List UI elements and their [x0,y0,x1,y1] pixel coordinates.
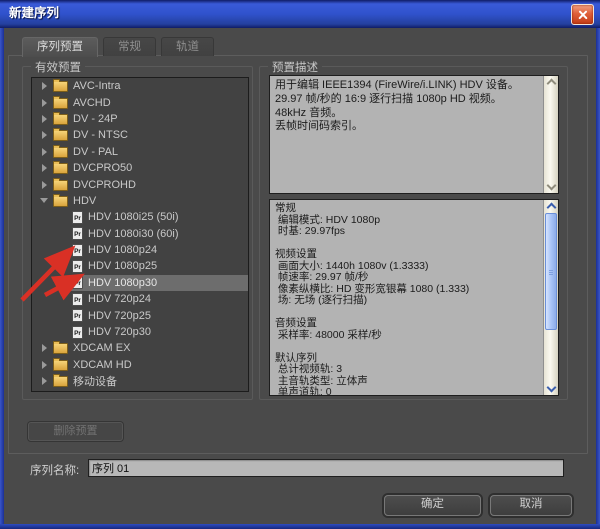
tab-bar: 序列预置常规轨道 [22,37,214,56]
cancel-button[interactable]: 取消 [490,495,572,516]
tab-tracks[interactable]: 轨道 [161,37,214,56]
new-sequence-dialog: 新建序列 序列预置常规轨道 有效预置 AVC-IntraAVCHDDV - 24… [0,0,600,529]
window-border-left [0,28,4,529]
window-border-right [596,28,600,529]
close-button[interactable] [571,4,594,25]
tab-page-sequence-presets [8,55,588,454]
tab-general[interactable]: 常规 [103,37,156,56]
sequence-name-input[interactable] [88,459,564,477]
window-title: 新建序列 [9,0,59,27]
title-bar: 新建序列 [0,0,600,28]
tab-sequence-presets[interactable]: 序列预置 [22,37,98,57]
ok-button[interactable]: 确定 [384,495,481,516]
sequence-name-label: 序列名称: [30,462,79,478]
window-border-bottom [0,524,600,529]
